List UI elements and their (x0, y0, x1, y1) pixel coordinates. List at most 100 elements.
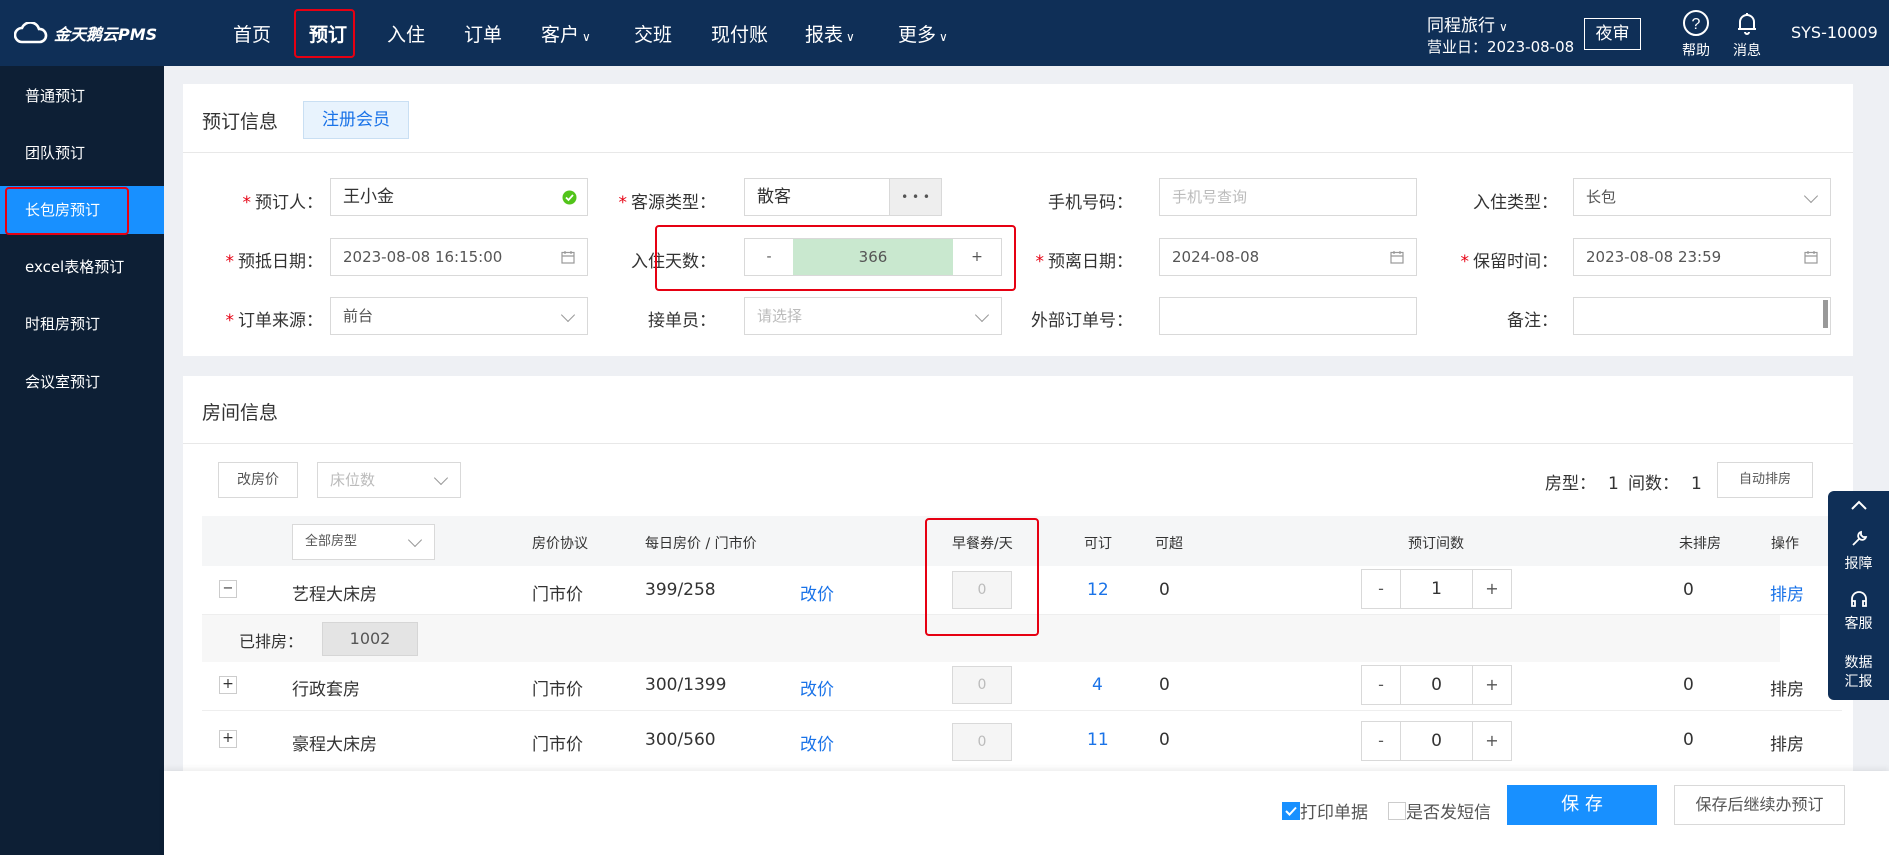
nav-reports[interactable]: 报表 ∨ (805, 20, 855, 47)
price-protocol: 门市价 (532, 585, 583, 605)
nav-cash[interactable]: 现付账 (711, 20, 768, 47)
data-report-button[interactable]: 数据 汇报 (1828, 654, 1889, 692)
assigned-rooms-row (202, 615, 1780, 662)
nav-home[interactable]: 首页 (233, 20, 271, 47)
change-price-button[interactable]: 改房价 (218, 462, 298, 498)
room-count-value[interactable]: 0 (1400, 666, 1473, 704)
row-collapse-toggle[interactable]: − (219, 580, 237, 598)
assign-room-link[interactable]: 排房 (1770, 675, 1804, 700)
help-button[interactable]: ? 帮助 (1671, 9, 1721, 60)
assign-room-link[interactable]: 排房 (1770, 580, 1804, 605)
svg-text:?: ? (1692, 16, 1701, 33)
customer-service-button[interactable]: 客服 (1828, 589, 1889, 633)
departure-label: * 预离日期： (1035, 252, 1134, 272)
app-logo[interactable]: 金天鹅云PMS (14, 21, 157, 45)
divider (183, 443, 1853, 444)
auto-assign-button[interactable]: 自动排房 (1717, 462, 1813, 498)
booker-label: * 预订人： (242, 193, 324, 213)
table-row (202, 566, 1842, 615)
bookable-count[interactable]: 4 (1092, 675, 1103, 695)
bookable-count[interactable]: 12 (1087, 580, 1109, 600)
sidebar-item-long-stay-booking[interactable]: 长包房预订 (0, 186, 164, 234)
report-issue-button[interactable]: 报障 (1828, 529, 1889, 573)
save-and-continue-button[interactable]: 保存后继续办预订 (1674, 785, 1845, 825)
sidebar-item-hourly-booking[interactable]: 时租房预订 (0, 300, 164, 348)
checkin-type-select[interactable]: 长包 (1573, 178, 1831, 216)
room-count-value[interactable]: 1 (1400, 570, 1473, 608)
increment-button[interactable]: + (1473, 666, 1511, 704)
arrival-date-input[interactable]: 2023-08-08 16:15:00 (330, 238, 588, 276)
save-button[interactable]: 保 存 (1507, 785, 1657, 825)
decrement-button[interactable]: - (1362, 666, 1400, 704)
assign-room-link[interactable]: 排房 (1770, 730, 1804, 755)
hotel-selector[interactable]: 同程旅行 ∨ (1427, 11, 1508, 36)
room-type-filter[interactable]: 全部房型 (292, 524, 435, 560)
divider (183, 152, 1853, 153)
nav-orders[interactable]: 订单 (464, 20, 502, 47)
print-checkbox[interactable]: 打印单据 (1282, 798, 1368, 823)
row-expand-toggle[interactable]: + (219, 730, 237, 748)
breakfast-input[interactable]: 0 (952, 666, 1012, 704)
decrement-button[interactable]: - (1362, 722, 1400, 760)
sidebar-item-group-booking[interactable]: 团队预订 (0, 129, 164, 177)
chevron-down-icon: ∨ (1499, 20, 1508, 34)
nav-customers[interactable]: 客户 ∨ (541, 20, 591, 47)
scrollbar[interactable] (1823, 300, 1828, 328)
increment-button[interactable]: + (1473, 570, 1511, 608)
chevron-down-icon (433, 470, 449, 486)
order-taker-label: 接单员： (648, 311, 716, 331)
nav-checkin[interactable]: 入住 (387, 20, 425, 47)
phone-input[interactable]: 手机号查询 (1159, 178, 1417, 216)
edit-price-link[interactable]: 改价 (800, 675, 834, 700)
register-member-button[interactable]: 注册会员 (303, 101, 409, 139)
help-icon: ? (1683, 10, 1709, 36)
stay-days-decrement[interactable]: - (745, 239, 793, 275)
departure-date-input[interactable]: 2024-08-08 (1159, 238, 1417, 276)
booker-input[interactable]: 王小金 (330, 178, 588, 216)
decrement-button[interactable]: - (1362, 570, 1400, 608)
messages-button[interactable]: 消息 (1722, 9, 1772, 60)
wrench-icon (1851, 530, 1867, 546)
nav-more[interactable]: 更多 ∨ (898, 20, 948, 47)
breakfast-input[interactable]: 0 (952, 723, 1012, 761)
night-audit-button[interactable]: 夜审 (1584, 18, 1641, 50)
order-channel-select[interactable]: 前台 (330, 297, 588, 335)
external-order-input[interactable] (1159, 297, 1417, 335)
order-taker-select[interactable]: 请选择 (744, 297, 1002, 335)
sms-checkbox[interactable]: 是否发短信 (1388, 798, 1491, 823)
phone-placeholder: 手机号查询 (1172, 188, 1248, 206)
room-count-value[interactable]: 0 (1400, 722, 1473, 760)
sidebar-item-meeting-room-booking[interactable]: 会议室预订 (0, 358, 164, 406)
row-expand-toggle[interactable]: + (219, 676, 237, 694)
source-type-more-button[interactable]: • • • (889, 178, 942, 216)
assigned-label: 已排房： (239, 632, 304, 651)
assigned-room-tag[interactable]: 1002 (322, 622, 418, 656)
user-menu[interactable]: SYS-10009 (1791, 23, 1878, 42)
remark-input[interactable] (1573, 297, 1831, 335)
chevron-down-icon (407, 532, 423, 548)
sidebar-item-normal-booking[interactable]: 普通预订 (0, 72, 164, 120)
print-label: 打印单据 (1300, 803, 1368, 823)
bookable-count[interactable]: 11 (1087, 730, 1109, 750)
price-protocol: 门市价 (532, 735, 583, 755)
sidebar-item-excel-booking[interactable]: excel表格预订 (0, 243, 164, 291)
table-header (202, 516, 1842, 566)
departure-value: 2024-08-08 (1172, 248, 1260, 266)
edit-price-link[interactable]: 改价 (800, 730, 834, 755)
breakfast-input[interactable]: 0 (952, 571, 1012, 609)
edit-price-link[interactable]: 改价 (800, 580, 834, 605)
nav-shift[interactable]: 交班 (634, 20, 672, 47)
room-type-name: 艺程大床房 (292, 585, 377, 605)
checkin-type-label: 入住类型： (1473, 193, 1558, 213)
remark-label: 备注： (1507, 311, 1558, 331)
departure-label-text: 预离日期： (1048, 252, 1133, 272)
collapse-up-button[interactable] (1828, 497, 1889, 517)
chevron-down-icon: ∨ (582, 30, 591, 44)
increment-button[interactable]: + (1473, 722, 1511, 760)
beds-select[interactable]: 床位数 (317, 462, 461, 498)
room-price: 300/1399 (645, 675, 727, 695)
col-breakfast: 早餐券/天 (952, 536, 1013, 552)
hold-time-input[interactable]: 2023-08-08 23:59 (1573, 238, 1831, 276)
nav-booking[interactable]: 预订 (309, 20, 347, 47)
stay-days-value[interactable]: 366 (793, 239, 953, 275)
